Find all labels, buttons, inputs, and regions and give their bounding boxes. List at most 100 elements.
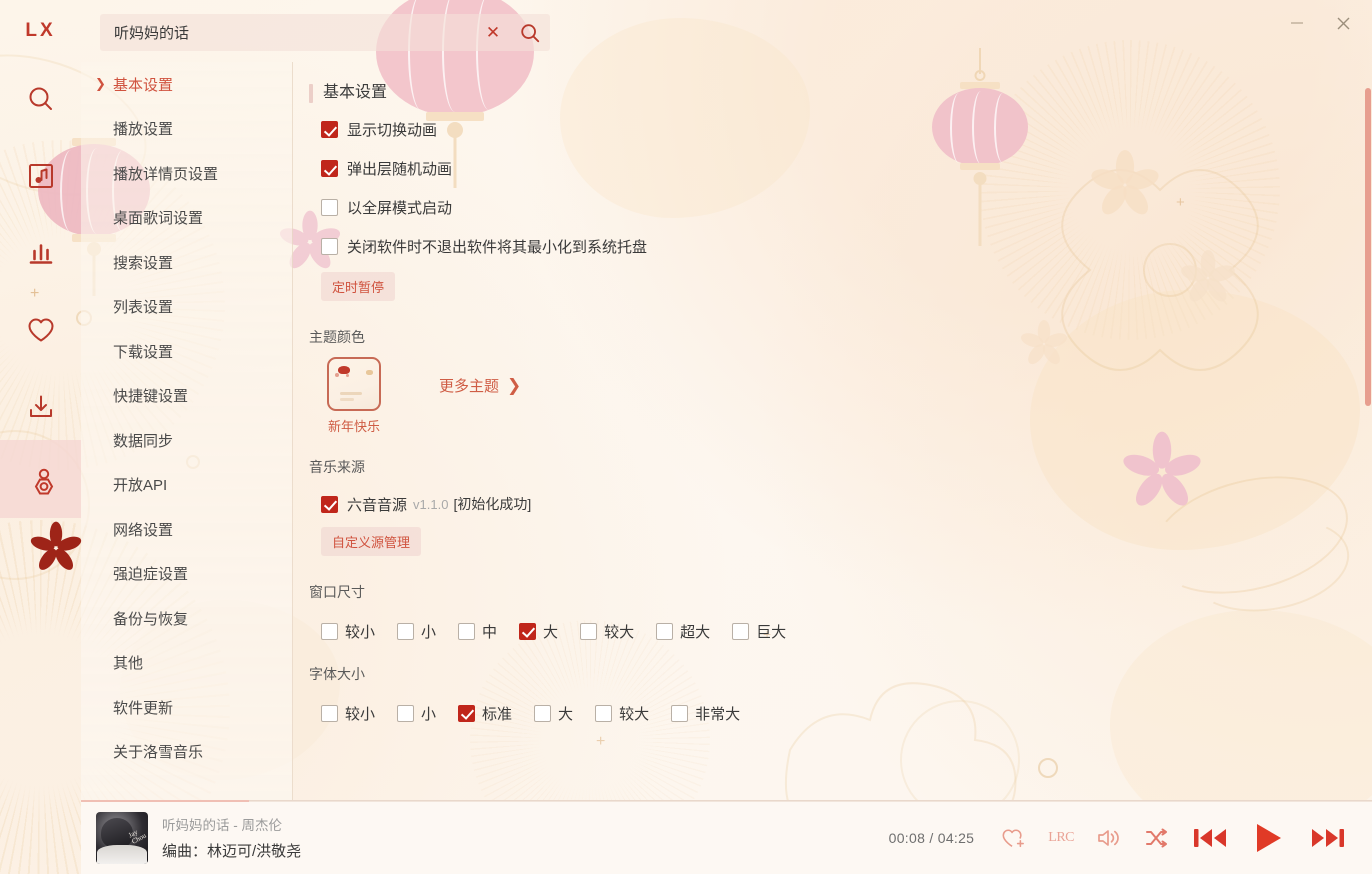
sidebar-item-label: 数据同步: [113, 432, 174, 450]
window-size-options: 较小 小 中 大 较大 超大 巨大: [321, 612, 1372, 650]
checkbox-row-minimize-to-tray[interactable]: 关闭软件时不退出软件将其最小化到系统托盘: [321, 227, 1372, 266]
sidebar-item-label: 列表设置: [113, 299, 174, 317]
track-credits: 编曲：林迈可/洪敬尧: [162, 843, 302, 860]
volume-icon[interactable]: [1096, 826, 1122, 850]
sidebar-item-search-settings[interactable]: 搜索设置: [81, 240, 292, 285]
search-box[interactable]: ✕: [100, 14, 550, 51]
next-track-button[interactable]: [1310, 823, 1346, 853]
sidebar-item-label: 强迫症设置: [113, 566, 189, 584]
checkbox-music-source[interactable]: [321, 495, 338, 513]
window-size-option-xsmall[interactable]: 较小: [321, 621, 389, 642]
sidebar-item-other[interactable]: 其他: [81, 641, 292, 686]
sidebar-item-label: 关于洛雪音乐: [113, 744, 204, 762]
sidebar-item-playback-settings[interactable]: 播放设置: [81, 107, 292, 152]
checkbox-start-fullscreen[interactable]: [321, 199, 338, 216]
window-size-option-xlarge[interactable]: 较大: [580, 621, 648, 642]
checkbox-font-size-small[interactable]: [397, 704, 415, 722]
checkbox-font-size-xsmall[interactable]: [321, 704, 338, 722]
sidebar-item-open-api[interactable]: 开放API: [81, 463, 292, 508]
checkbox-font-size-xlarge[interactable]: [595, 704, 613, 722]
theme-thumbnail[interactable]: [327, 357, 381, 411]
option-label: 较大: [604, 623, 635, 641]
sidebar-item-playdetail-settings[interactable]: 播放详情页设置: [81, 151, 292, 196]
option-label: 大: [543, 623, 559, 641]
font-size-option-xsmall[interactable]: 较小: [321, 703, 389, 724]
search-clear-icon[interactable]: ✕: [476, 14, 510, 51]
checkbox-label: 显示切换动画: [347, 122, 438, 139]
checkbox-font-size-standard[interactable]: [458, 704, 476, 722]
font-size-option-large[interactable]: 大: [534, 703, 587, 724]
search-submit-icon[interactable]: [510, 14, 550, 51]
checkbox-row-popup-random-animation[interactable]: 弹出层随机动画: [321, 149, 1372, 188]
scrollbar-thumb[interactable]: [1365, 88, 1371, 406]
option-label: 较小: [345, 705, 376, 723]
font-size-option-standard[interactable]: 标准: [458, 703, 526, 724]
option-label: 小: [421, 705, 437, 723]
music-source-row[interactable]: 六音音源 v1.1.0 [初始化成功]: [321, 487, 1372, 521]
rail-settings-icon[interactable]: [0, 453, 81, 515]
rail-search-icon[interactable]: [0, 68, 81, 130]
rail-music-library-icon[interactable]: [0, 145, 81, 207]
more-themes-button[interactable]: 更多主题 ❯: [439, 375, 521, 396]
rail-download-icon[interactable]: [0, 376, 81, 438]
minimize-button[interactable]: [1274, 0, 1320, 46]
theme-card-new-year[interactable]: 新年快乐: [327, 357, 381, 435]
checkbox-window-size-medium[interactable]: [458, 622, 476, 640]
shuffle-icon[interactable]: [1144, 826, 1170, 850]
option-label: 非常大: [695, 705, 741, 723]
sidebar-item-basic-settings[interactable]: ❯ 基本设置: [81, 62, 292, 107]
custom-source-manage-button[interactable]: 自定义源管理: [321, 527, 422, 556]
checkbox-switch-animation[interactable]: [321, 121, 338, 138]
sidebar-item-about[interactable]: 关于洛雪音乐: [81, 730, 292, 775]
checkbox-window-size-xxlarge[interactable]: [656, 622, 674, 640]
window-size-option-huge[interactable]: 巨大: [732, 621, 800, 642]
checkbox-font-size-verylarge[interactable]: [671, 704, 689, 722]
sidebar-item-network-settings[interactable]: 网络设置: [81, 507, 292, 552]
music-source-name: 六音音源: [347, 496, 408, 514]
sidebar-item-desktop-lyric-settings[interactable]: 桌面歌词设置: [81, 196, 292, 241]
window-size-option-small[interactable]: 小: [397, 621, 450, 642]
option-label: 大: [558, 705, 574, 723]
checkbox-window-size-xlarge[interactable]: [580, 622, 598, 640]
sidebar-item-hotkey-settings[interactable]: 快捷键设置: [81, 374, 292, 419]
sidebar-item-backup-restore[interactable]: 备份与恢复: [81, 596, 292, 641]
sidebar-item-label: 搜索设置: [113, 254, 174, 272]
window-size-option-xxlarge[interactable]: 超大: [656, 621, 724, 642]
checkbox-minimize-to-tray[interactable]: [321, 238, 338, 255]
play-button[interactable]: [1250, 820, 1288, 856]
sidebar-item-data-sync[interactable]: 数据同步: [81, 418, 292, 463]
sidebar-item-software-update[interactable]: 软件更新: [81, 685, 292, 730]
window-size-option-large[interactable]: 大: [519, 621, 572, 642]
checkbox-window-size-large[interactable]: [519, 622, 537, 640]
checkbox-window-size-small[interactable]: [397, 622, 415, 640]
timer-pause-button[interactable]: 定时暂停: [321, 272, 396, 301]
rail-ranking-chart-icon[interactable]: [0, 222, 81, 284]
checkbox-window-size-huge[interactable]: [732, 622, 750, 640]
lyric-lrc-icon[interactable]: LRC: [1048, 830, 1074, 846]
window-size-option-medium[interactable]: 中: [458, 621, 511, 642]
sidebar-item-ocd-settings[interactable]: 强迫症设置: [81, 552, 292, 597]
font-size-option-small[interactable]: 小: [397, 703, 450, 724]
font-size-option-xlarge[interactable]: 较大: [595, 703, 663, 724]
checkbox-font-size-large[interactable]: [534, 704, 552, 722]
previous-track-button[interactable]: [1192, 823, 1228, 853]
checkbox-popup-random-animation[interactable]: [321, 160, 338, 177]
font-size-option-verylarge[interactable]: 非常大: [671, 703, 754, 724]
progress-bar[interactable]: [81, 800, 1372, 802]
checkbox-row-switch-animation[interactable]: 显示切换动画: [321, 110, 1372, 149]
rail-favorites-heart-icon[interactable]: [0, 299, 81, 361]
search-input[interactable]: [100, 24, 476, 41]
settings-content: 基本设置 显示切换动画 弹出层随机动画 以全屏模式启动 关闭软件时不退出软件将其…: [293, 62, 1372, 800]
sidebar-item-label: 备份与恢复: [113, 610, 189, 628]
sidebar-item-label: 播放设置: [113, 121, 174, 139]
sidebar-item-download-settings[interactable]: 下载设置: [81, 329, 292, 374]
close-button[interactable]: [1320, 0, 1366, 46]
checkbox-row-start-fullscreen[interactable]: 以全屏模式启动: [321, 188, 1372, 227]
checkbox-window-size-xsmall[interactable]: [321, 622, 338, 640]
sidebar-item-list-settings[interactable]: 列表设置: [81, 285, 292, 330]
content-scrollbar[interactable]: [1364, 62, 1372, 800]
album-cover[interactable]: Jay Chou: [96, 811, 148, 864]
music-source-label: 音乐来源: [309, 459, 365, 475]
add-to-favorites-icon[interactable]: [1000, 826, 1026, 850]
app-window: + + + + LX 听妈妈的话 ✕ ❯ 基本设置 播放设置 播放详情页设置 桌…: [0, 0, 1372, 874]
